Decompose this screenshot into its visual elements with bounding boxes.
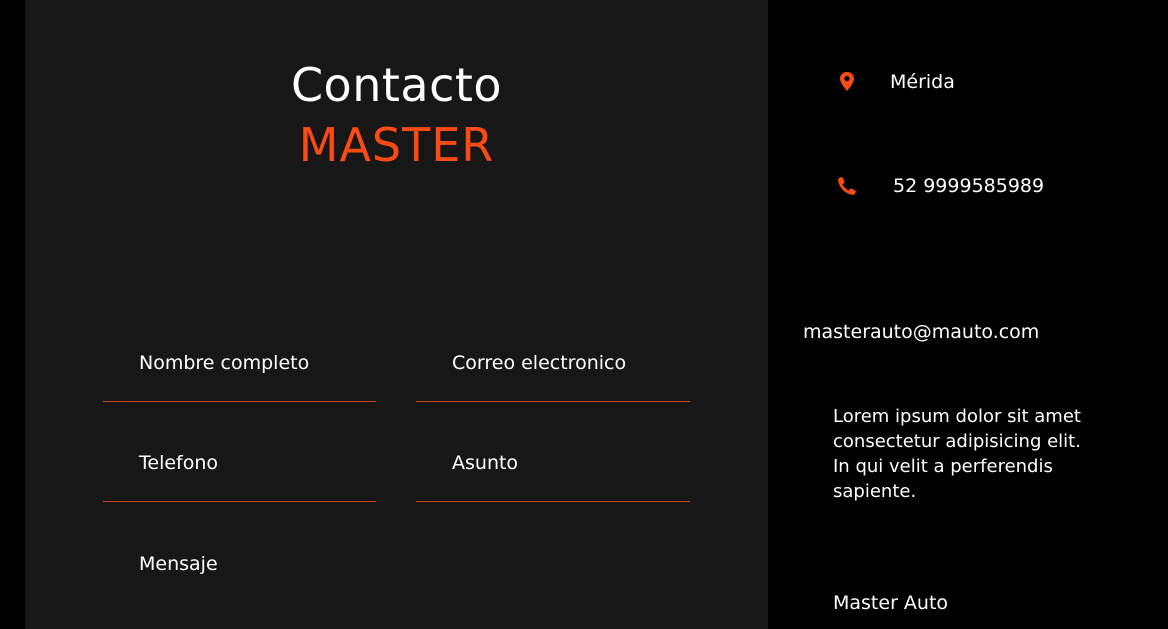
mensaje-label: Mensaje (139, 553, 218, 575)
correo-underline (416, 401, 690, 402)
phone-text: 52 9999585989 (893, 175, 1045, 197)
telefono-label: Telefono (139, 452, 219, 474)
asunto-label: Asunto (452, 452, 519, 474)
correo-field[interactable]: Correo electronico (416, 332, 690, 402)
asunto-field[interactable]: Asunto (416, 432, 690, 502)
phone-row: 52 9999585989 (836, 174, 1044, 198)
location-row: Mérida (836, 70, 955, 94)
telefono-underline (103, 501, 376, 502)
nombre-label: Nombre completo (139, 352, 310, 374)
location-text: Mérida (890, 71, 955, 93)
nombre-field[interactable]: Nombre completo (103, 332, 376, 402)
title-master: MASTER (298, 118, 495, 172)
correo-label: Correo electronico (452, 352, 627, 374)
contact-form-panel: Contacto MASTER Nombre completo Correo e… (25, 0, 768, 629)
asunto-underline (416, 501, 690, 502)
contact-page: Contacto MASTER Nombre completo Correo e… (0, 0, 1168, 629)
telefono-field[interactable]: Telefono (103, 432, 376, 502)
email-text: masterauto@mauto.com (803, 321, 1040, 343)
description-text: Lorem ipsum dolor sit amet consectetur a… (833, 406, 1081, 502)
title-contacto: Contacto (290, 58, 503, 112)
mensaje-field[interactable]: Mensaje (103, 533, 690, 593)
brand-text: Master Auto (833, 592, 949, 614)
nombre-underline (103, 401, 376, 402)
page-title: Contacto MASTER (25, 56, 768, 176)
phone-icon (836, 174, 858, 198)
map-marker-icon (836, 70, 858, 94)
